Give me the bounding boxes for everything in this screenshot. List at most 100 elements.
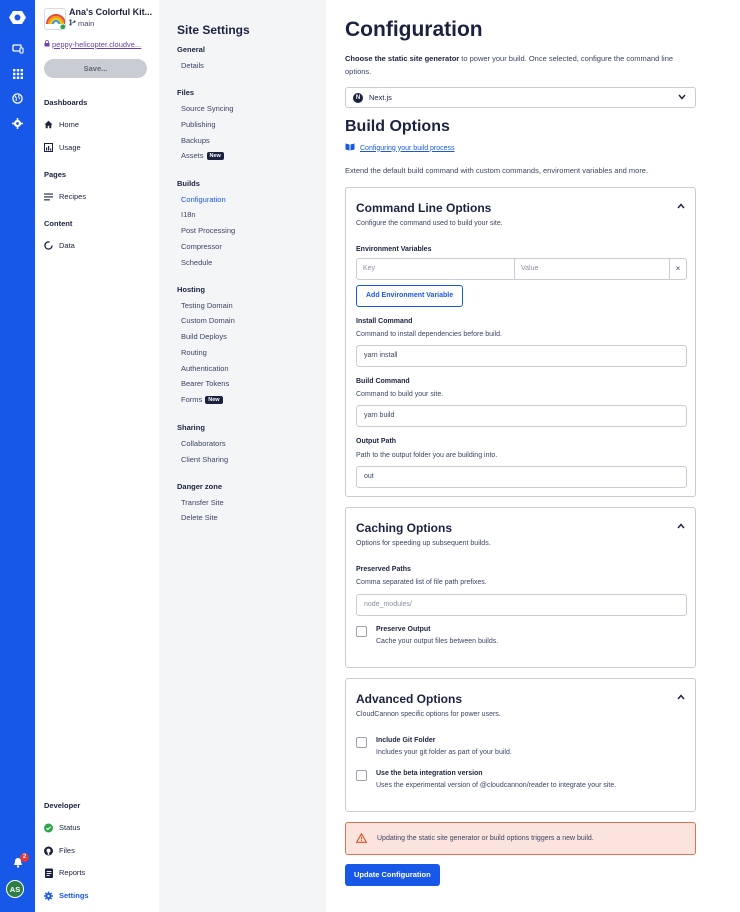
nav-recipes[interactable]: Recipes bbox=[44, 192, 86, 201]
beta-integration-desc: Uses the experimental version of @cloudc… bbox=[376, 782, 617, 789]
settings-item-configuration[interactable]: Configuration bbox=[181, 195, 226, 204]
build-options-link-text: Configuring your build process bbox=[360, 144, 455, 152]
settings-item-authentication[interactable]: Authentication bbox=[181, 364, 229, 373]
beta-integration-label: Use the beta integration version bbox=[376, 770, 483, 777]
preserve-output-label: Preserve Output bbox=[376, 626, 431, 633]
settings-item-backups[interactable]: Backups bbox=[181, 136, 210, 145]
list-icon bbox=[44, 192, 53, 201]
env-var-row: Key Value × bbox=[356, 258, 687, 280]
nav-data-label: Data bbox=[59, 241, 75, 250]
settings-item-delete-site-label: Delete Site bbox=[181, 513, 218, 522]
devices-icon[interactable] bbox=[8, 39, 27, 58]
chevron-up-icon[interactable] bbox=[677, 522, 685, 531]
update-configuration-button[interactable]: Update Configuration bbox=[345, 864, 440, 886]
nav-reports[interactable]: Reports bbox=[44, 868, 85, 878]
include-git-checkbox[interactable] bbox=[356, 737, 367, 748]
add-env-var-button[interactable]: Add Environment Variable bbox=[356, 285, 464, 307]
settings-item-details[interactable]: Details bbox=[181, 61, 204, 70]
nextjs-logo-icon: N bbox=[353, 92, 363, 103]
output-path-label: Output Path bbox=[356, 438, 397, 445]
branch-selector[interactable]: main bbox=[69, 19, 94, 28]
nav-usage[interactable]: Usage bbox=[44, 143, 81, 152]
build-options-link[interactable]: Configuring your build process bbox=[345, 143, 455, 153]
settings-item-custom-domain-label: Custom Domain bbox=[181, 316, 235, 325]
warning-banner: Updating the static site generator or bu… bbox=[345, 822, 696, 855]
ssg-select[interactable]: N Next.js bbox=[345, 87, 696, 108]
nav-data[interactable]: Data bbox=[44, 241, 75, 250]
apps-grid-icon[interactable] bbox=[8, 64, 27, 83]
content-heading: Content bbox=[44, 219, 73, 228]
beta-integration-option[interactable]: Use the beta integration version Uses th… bbox=[356, 770, 616, 789]
nav-settings-label: Settings bbox=[59, 891, 89, 900]
install-command-input[interactable]: yarn install bbox=[356, 345, 687, 367]
settings-item-testing-domain[interactable]: Testing Domain bbox=[181, 301, 233, 310]
env-key-input[interactable]: Key bbox=[357, 259, 515, 279]
group-sharing-heading: Sharing bbox=[177, 423, 205, 432]
settings-item-forms[interactable]: Forms New bbox=[181, 395, 223, 404]
preserved-paths-input[interactable]: node_modules/ bbox=[356, 594, 687, 616]
command-line-title: Command Line Options bbox=[356, 201, 492, 215]
globe-icon[interactable] bbox=[8, 89, 27, 108]
beta-integration-checkbox[interactable] bbox=[356, 770, 367, 781]
report-icon bbox=[44, 868, 53, 878]
settings-item-i18n[interactable]: I18n bbox=[181, 210, 196, 219]
preserve-output-checkbox[interactable] bbox=[356, 626, 367, 637]
nav-settings[interactable]: Settings bbox=[44, 891, 89, 900]
settings-item-post-processing[interactable]: Post Processing bbox=[181, 226, 235, 235]
settings-item-post-processing-label: Post Processing bbox=[181, 226, 236, 235]
user-avatar[interactable]: AS bbox=[6, 880, 24, 898]
chevron-up-icon[interactable] bbox=[677, 202, 685, 211]
settings-item-routing[interactable]: Routing bbox=[181, 348, 207, 357]
group-danger-zone-heading: Danger zone bbox=[177, 482, 223, 491]
nav-status-label: Status bbox=[59, 823, 81, 832]
output-path-input[interactable]: out bbox=[356, 466, 687, 488]
settings-item-custom-domain[interactable]: Custom Domain bbox=[181, 316, 235, 325]
site-name[interactable]: Ana's Colorful Kit... bbox=[69, 7, 155, 17]
settings-item-forms-label: Forms bbox=[181, 395, 203, 404]
remove-env-icon[interactable]: × bbox=[670, 259, 686, 279]
settings-item-publishing[interactable]: Publishing bbox=[181, 120, 216, 129]
build-command-hint: Command to build your site. bbox=[356, 391, 444, 398]
chevron-down-icon bbox=[678, 93, 686, 102]
branch-icon bbox=[69, 19, 76, 28]
settings-item-bearer-tokens[interactable]: Bearer Tokens bbox=[181, 379, 229, 388]
chevron-up-icon[interactable] bbox=[677, 693, 685, 702]
settings-item-source-syncing[interactable]: Source Syncing bbox=[181, 104, 234, 113]
notification-count-badge: 2 bbox=[20, 853, 29, 862]
build-command-label: Build Command bbox=[356, 378, 410, 385]
cloudcannon-logo-icon[interactable] bbox=[8, 8, 27, 27]
settings-item-compressor[interactable]: Compressor bbox=[181, 242, 222, 251]
save-button[interactable]: Save... bbox=[44, 59, 147, 78]
advanced-options-card: Advanced Options CloudCannon specific op… bbox=[345, 678, 696, 812]
settings-sidebar: Site Settings General Details Files Sour… bbox=[159, 0, 326, 912]
nav-files[interactable]: Files bbox=[44, 846, 75, 855]
site-url-link[interactable]: peppy-helicopter.cloudve... bbox=[44, 40, 154, 49]
site-url-text: peppy-helicopter.cloudve... bbox=[52, 40, 142, 49]
check-circle-icon bbox=[44, 823, 53, 832]
preserve-output-option[interactable]: Preserve Output Cache your output files … bbox=[356, 626, 498, 645]
gear-icon[interactable] bbox=[8, 114, 27, 133]
include-git-text: Include Git Folder Includes your git fol… bbox=[376, 737, 512, 756]
nav-home[interactable]: Home bbox=[44, 120, 79, 129]
preserved-paths-hint: Comma separated list of file path prefix… bbox=[356, 579, 487, 586]
settings-item-collaborators[interactable]: Collaborators bbox=[181, 439, 226, 448]
env-value-input[interactable]: Value bbox=[515, 259, 670, 279]
include-git-option[interactable]: Include Git Folder Includes your git fol… bbox=[356, 737, 512, 756]
settings-item-delete-site[interactable]: Delete Site bbox=[181, 513, 218, 522]
group-hosting-heading: Hosting bbox=[177, 285, 205, 294]
settings-item-details-label: Details bbox=[181, 61, 204, 70]
nav-status[interactable]: Status bbox=[44, 823, 80, 832]
book-icon bbox=[345, 143, 355, 153]
settings-item-transfer-site[interactable]: Transfer Site bbox=[181, 498, 224, 507]
settings-item-build-deploys[interactable]: Build Deploys bbox=[181, 332, 227, 341]
build-options-title: Build Options bbox=[345, 118, 450, 135]
build-command-input[interactable]: yarn build bbox=[356, 405, 687, 427]
settings-item-schedule-label: Schedule bbox=[181, 258, 213, 267]
settings-item-schedule[interactable]: Schedule bbox=[181, 258, 212, 267]
caching-options-card: Caching Options Options for speeding up … bbox=[345, 507, 696, 668]
settings-item-assets[interactable]: Assets New bbox=[181, 151, 224, 160]
pages-heading: Pages bbox=[44, 170, 67, 179]
beta-integration-text: Use the beta integration version Uses th… bbox=[376, 770, 616, 789]
settings-item-transfer-site-label: Transfer Site bbox=[181, 498, 224, 507]
settings-item-client-sharing[interactable]: Client Sharing bbox=[181, 455, 228, 464]
